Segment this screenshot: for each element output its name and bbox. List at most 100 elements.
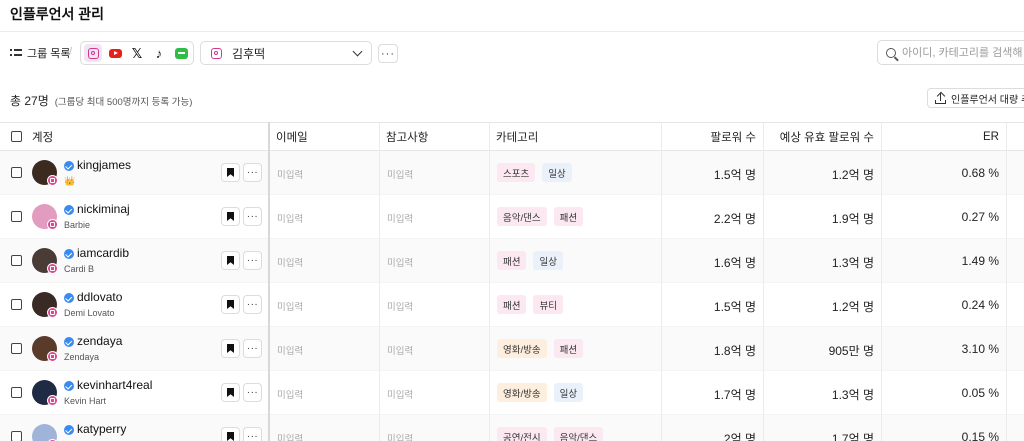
search-input[interactable] — [902, 46, 1024, 59]
selected-account: 김후떡 — [232, 46, 266, 61]
line-icon — [174, 47, 188, 59]
table-row[interactable]: zendaya Zendaya ··· 미입력 미입력 영화/방송 패션 1.8억 명 905만… — [0, 327, 1024, 371]
email-cell[interactable]: 미입력 — [277, 343, 303, 357]
table-row[interactable]: kevinhart4real Kevin Hart ··· 미입력 미입력 영화/방송 일상… — [0, 371, 1024, 415]
col-email[interactable]: 이메일 — [276, 123, 308, 151]
limit-note: (그룹당 최대 500명까지 등록 가능) — [54, 97, 193, 108]
row-more-button[interactable]: ··· — [243, 339, 262, 358]
platform-instagram-button[interactable] — [84, 44, 102, 62]
col-er[interactable]: ER — [882, 123, 999, 151]
toolbar-more-button[interactable]: ··· — [378, 44, 398, 63]
col-notes[interactable]: 참고사항 — [386, 123, 428, 151]
platform-tiktok-button[interactable]: ♪ — [150, 44, 168, 62]
row-more-button[interactable]: ··· — [243, 163, 262, 182]
header-divider — [0, 31, 1024, 32]
table-header: 계정 이메일 참고사항 카테고리 팔로워 수 예상 유효 팔로워 수 ER — [0, 122, 1024, 151]
table-row[interactable]: ddlovato Demi Lovato ··· 미입력 미입력 패션 뷰티 1.5억 명 1.… — [0, 283, 1024, 327]
row-checkbox[interactable] — [11, 167, 22, 178]
tiktok-icon: ♪ — [155, 45, 163, 61]
display-name: Cardi B — [64, 264, 95, 274]
select-all-checkbox[interactable] — [11, 131, 22, 142]
col-est-valid-followers[interactable]: 예상 유효 팔로워 수 — [764, 123, 874, 151]
row-checkbox[interactable] — [11, 387, 22, 398]
bookmark-button[interactable] — [221, 295, 240, 314]
category-tag: 패션 — [497, 295, 527, 314]
bookmark-icon — [227, 300, 234, 309]
username[interactable]: kevinhart4real — [77, 378, 152, 392]
table-row[interactable]: kingjames 👑 ··· 미입력 미입력 스포츠 일상 1.5억 명 1.2억 명 0.68… — [0, 151, 1024, 195]
bookmark-button[interactable] — [221, 251, 240, 270]
row-more-button[interactable]: ··· — [243, 207, 262, 226]
row-more-button[interactable]: ··· — [243, 251, 262, 270]
username[interactable]: nickiminaj — [77, 202, 130, 216]
category-tag: 일상 — [533, 251, 563, 270]
email-cell[interactable]: 미입력 — [277, 431, 303, 441]
username[interactable]: iamcardib — [77, 246, 129, 260]
platform-filter: 𝕏 ♪ — [80, 41, 194, 65]
row-checkbox[interactable] — [11, 299, 22, 310]
category-cell: 패션 뷰티 — [497, 295, 563, 314]
table-row[interactable]: katyperry ··· 미입력 미입력 공연/전시 음악/댄스 2억 명 1.7억 명 0.… — [0, 415, 1024, 441]
row-checkbox[interactable] — [11, 255, 22, 266]
email-cell[interactable]: 미입력 — [277, 255, 303, 269]
category-cell: 스포츠 일상 — [497, 163, 572, 182]
group-list-label: 그룹 목록 — [27, 48, 71, 60]
bookmark-icon — [227, 168, 234, 177]
bookmark-button[interactable] — [221, 427, 240, 441]
bulk-add-button[interactable]: 인플루언서 대량 추가 — [927, 88, 1024, 108]
followers-cell: 1.5억 명 — [713, 300, 756, 314]
verified-badge-icon — [64, 293, 74, 303]
column-divider — [379, 122, 380, 441]
notes-cell[interactable]: 미입력 — [387, 387, 413, 401]
username[interactable]: kingjames — [77, 158, 131, 172]
email-cell[interactable]: 미입력 — [277, 387, 303, 401]
platform-youtube-button[interactable] — [106, 44, 124, 62]
col-followers[interactable]: 팔로워 수 — [660, 123, 756, 151]
bookmark-button[interactable] — [221, 207, 240, 226]
col-category[interactable]: 카테고리 — [496, 123, 538, 151]
er-cell: 0.15 % — [961, 430, 999, 441]
username[interactable]: ddlovato — [77, 290, 122, 304]
table-row[interactable]: nickiminaj Barbie ··· 미입력 미입력 음악/댄스 패션 2.2억 명 1.… — [0, 195, 1024, 239]
verified-badge-icon — [64, 249, 74, 259]
email-cell[interactable]: 미입력 — [277, 211, 303, 225]
bookmark-icon — [227, 344, 234, 353]
notes-cell[interactable]: 미입력 — [387, 167, 413, 181]
category-cell: 음악/댄스 패션 — [497, 207, 584, 226]
bookmark-icon — [227, 256, 234, 265]
group-list-button[interactable]: 그룹 목록 — [10, 45, 71, 61]
table-row[interactable]: iamcardib Cardi B ··· 미입력 미입력 패션 일상 1.6억 명 1.3억 … — [0, 239, 1024, 283]
notes-cell[interactable]: 미입력 — [387, 211, 413, 225]
row-more-button[interactable]: ··· — [243, 295, 262, 314]
list-icon — [10, 48, 22, 58]
bookmark-button[interactable] — [221, 163, 240, 182]
row-more-button[interactable]: ··· — [243, 427, 262, 441]
display-name: 👑 — [64, 176, 76, 186]
row-checkbox[interactable] — [11, 431, 22, 441]
bookmark-button[interactable] — [221, 383, 240, 402]
chevron-down-icon — [352, 46, 363, 56]
column-divider — [489, 122, 490, 441]
platform-x-button[interactable]: 𝕏 — [128, 44, 146, 62]
followers-cell: 2.2억 명 — [713, 212, 756, 226]
username[interactable]: zendaya — [77, 334, 122, 348]
account-select[interactable]: 김후떡 — [200, 41, 372, 65]
username[interactable]: katyperry — [77, 422, 126, 436]
col-account[interactable]: 계정 — [32, 123, 53, 151]
email-cell[interactable]: 미입력 — [277, 167, 303, 181]
notes-cell[interactable]: 미입력 — [387, 255, 413, 269]
email-cell[interactable]: 미입력 — [277, 299, 303, 313]
est-valid-followers-cell: 1.2억 명 — [831, 168, 874, 182]
upload-icon — [935, 91, 946, 104]
row-more-button[interactable]: ··· — [243, 383, 262, 402]
notes-cell[interactable]: 미입력 — [387, 431, 413, 441]
notes-cell[interactable]: 미입력 — [387, 343, 413, 357]
notes-cell[interactable]: 미입력 — [387, 299, 413, 313]
platform-line-button[interactable] — [172, 44, 190, 62]
display-name: Zendaya — [64, 352, 100, 362]
er-cell: 0.24 % — [961, 298, 999, 312]
bookmark-button[interactable] — [221, 339, 240, 358]
category-tag: 음악/댄스 — [553, 427, 604, 441]
row-checkbox[interactable] — [11, 211, 22, 222]
row-checkbox[interactable] — [11, 343, 22, 354]
